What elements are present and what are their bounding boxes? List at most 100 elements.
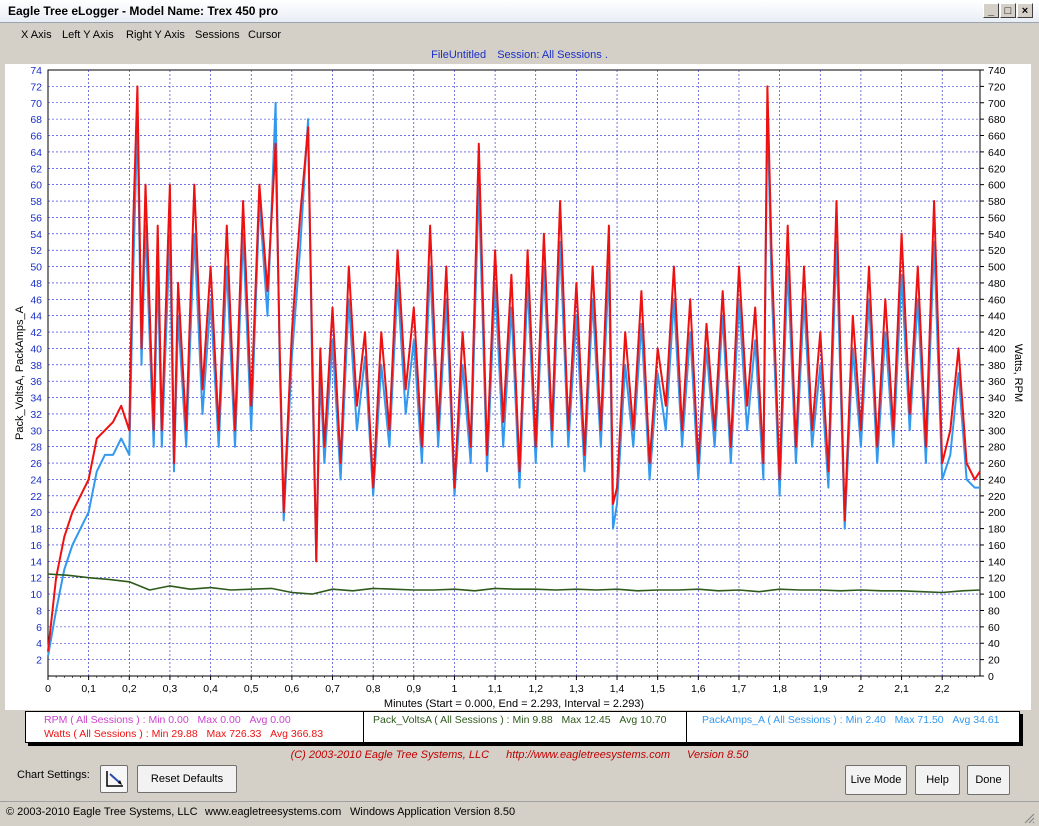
right-tick-label: 460 xyxy=(988,294,1006,306)
x-tick-label: 1,3 xyxy=(569,683,584,695)
right-tick-label: 40 xyxy=(988,638,1000,650)
left-tick-label: 24 xyxy=(30,474,42,486)
minimize-button[interactable]: _ xyxy=(983,3,999,18)
left-tick-label: 46 xyxy=(30,294,42,306)
left-tick-label: 8 xyxy=(36,605,42,617)
right-tick-label: 160 xyxy=(988,540,1006,552)
left-tick-label: 42 xyxy=(30,327,42,339)
x-tick-label: 0,5 xyxy=(244,683,259,695)
resize-grip-icon[interactable] xyxy=(1023,812,1035,824)
menu-cursor[interactable]: Cursor xyxy=(248,29,281,41)
x-tick-label: 0,9 xyxy=(407,683,422,695)
legend: RPM ( All Sessions ) : Min 0.00 Max 0.00… xyxy=(25,711,1020,743)
copyright-line: (C) 2003-2010 Eagle Tree Systems, LLC ht… xyxy=(0,749,1039,761)
chart-settings-icon xyxy=(106,771,123,787)
right-tick-label: 360 xyxy=(988,376,1006,388)
right-tick-label: 60 xyxy=(988,622,1000,634)
status-app-version: Windows Application Version 8.50 xyxy=(350,806,516,818)
right-tick-label: 520 xyxy=(988,245,1006,257)
version-text: Version 8.50 xyxy=(687,749,749,761)
x-tick-label: 0,8 xyxy=(366,683,381,695)
x-tick-label: 1 xyxy=(452,683,458,695)
left-tick-label: 50 xyxy=(30,262,42,274)
x-tick-label: 1,6 xyxy=(691,683,706,695)
left-tick-label: 18 xyxy=(30,524,42,536)
menu-x-axis[interactable]: X Axis xyxy=(21,29,52,41)
right-tick-label: 100 xyxy=(988,589,1006,601)
right-tick-label: 20 xyxy=(988,655,1000,667)
right-tick-label: 180 xyxy=(988,524,1006,536)
copyright-text: (C) 2003-2010 Eagle Tree Systems, LLC xyxy=(290,749,490,761)
left-tick-label: 72 xyxy=(30,81,42,93)
x-tick-label: 1,8 xyxy=(772,683,787,695)
legend-volts: Pack_VoltsA ( All Sessions ) : Min 9.88 … xyxy=(373,714,667,726)
left-tick-label: 52 xyxy=(30,245,42,257)
right-tick-label: 220 xyxy=(988,491,1006,503)
left-tick-label: 54 xyxy=(30,229,42,241)
left-tick-label: 74 xyxy=(30,65,42,77)
right-tick-label: 640 xyxy=(988,147,1006,159)
menu-sessions[interactable]: Sessions xyxy=(195,29,240,41)
menu-right-y-axis[interactable]: Right Y Axis xyxy=(126,29,185,41)
left-tick-label: 10 xyxy=(30,589,42,601)
right-tick-label: 440 xyxy=(988,311,1006,323)
legend-amps: PackAmps_A ( All Sessions ) : Min 2.40 M… xyxy=(702,714,1000,726)
left-tick-label: 40 xyxy=(30,343,42,355)
right-tick-label: 480 xyxy=(988,278,1006,290)
left-tick-label: 2 xyxy=(36,655,42,667)
right-tick-label: 620 xyxy=(988,163,1006,175)
right-tick-label: 240 xyxy=(988,474,1006,486)
left-tick-label: 20 xyxy=(30,507,42,519)
right-tick-label: 560 xyxy=(988,212,1006,224)
right-tick-label: 400 xyxy=(988,343,1006,355)
live-mode-button[interactable]: Live Mode xyxy=(845,765,907,795)
file-name: FileUntitled xyxy=(431,49,487,61)
close-button[interactable]: × xyxy=(1017,3,1033,18)
legend-divider xyxy=(686,712,687,742)
menu-bar: X Axis Left Y Axis Right Y Axis Sessions… xyxy=(0,24,1039,46)
x-tick-label: 1,4 xyxy=(610,683,625,695)
menu-left-y-axis[interactable]: Left Y Axis xyxy=(62,29,114,41)
right-tick-label: 200 xyxy=(988,507,1006,519)
reset-defaults-button[interactable]: Reset Defaults xyxy=(137,765,237,793)
right-tick-label: 260 xyxy=(988,458,1006,470)
right-tick-label: 380 xyxy=(988,360,1006,372)
right-tick-label: 680 xyxy=(988,114,1006,126)
right-tick-label: 700 xyxy=(988,98,1006,110)
chart-frame: 2 4 6 8 10 12 14 16 18 20 22 24 26 28 30 32 34 36 38 40 42 44… xyxy=(5,64,1031,710)
left-tick-label: 58 xyxy=(30,196,42,208)
x-tick-label: 1,2 xyxy=(528,683,543,695)
done-button[interactable]: Done xyxy=(967,765,1010,795)
right-tick-label: 420 xyxy=(988,327,1006,339)
legend-rpm: RPM ( All Sessions ) : Min 0.00 Max 0.00… xyxy=(44,714,291,726)
chart-settings-button[interactable] xyxy=(100,765,128,793)
right-tick-label: 120 xyxy=(988,573,1006,585)
x-tick-label: 0,4 xyxy=(203,683,218,695)
line-chart[interactable]: 2468101214161820222426283032343638404244… xyxy=(5,64,1031,710)
help-button[interactable]: Help xyxy=(915,765,960,795)
legend-divider xyxy=(363,712,364,742)
left-tick-label: 34 xyxy=(30,393,42,405)
session-name: Session: All Sessions . xyxy=(497,49,608,61)
left-tick-label: 56 xyxy=(30,212,42,224)
website-link[interactable]: http://www.eagletreesystems.com xyxy=(506,749,670,761)
left-tick-label: 70 xyxy=(30,98,42,110)
left-tick-label: 16 xyxy=(30,540,42,552)
left-tick-label: 62 xyxy=(30,163,42,175)
right-tick-label: 320 xyxy=(988,409,1006,421)
x-tick-label: 1,9 xyxy=(813,683,828,695)
left-tick-label: 6 xyxy=(36,622,42,634)
right-tick-label: 580 xyxy=(988,196,1006,208)
x-tick-label: 0,1 xyxy=(81,683,96,695)
maximize-button[interactable]: □ xyxy=(1000,3,1016,18)
right-y-axis-label: Watts, RPM xyxy=(1012,344,1024,402)
left-tick-label: 28 xyxy=(30,442,42,454)
left-tick-label: 36 xyxy=(30,376,42,388)
right-tick-label: 0 xyxy=(988,671,994,683)
session-header: FileUntitled Session: All Sessions . xyxy=(0,49,1039,61)
right-tick-label: 500 xyxy=(988,262,1006,274)
x-tick-label: 0,3 xyxy=(163,683,178,695)
left-tick-label: 64 xyxy=(30,147,42,159)
left-y-axis-label: Pack_VoltsA, PackAmps_A xyxy=(14,305,26,440)
legend-watts: Watts ( All Sessions ) : Min 29.88 Max 7… xyxy=(44,728,324,740)
